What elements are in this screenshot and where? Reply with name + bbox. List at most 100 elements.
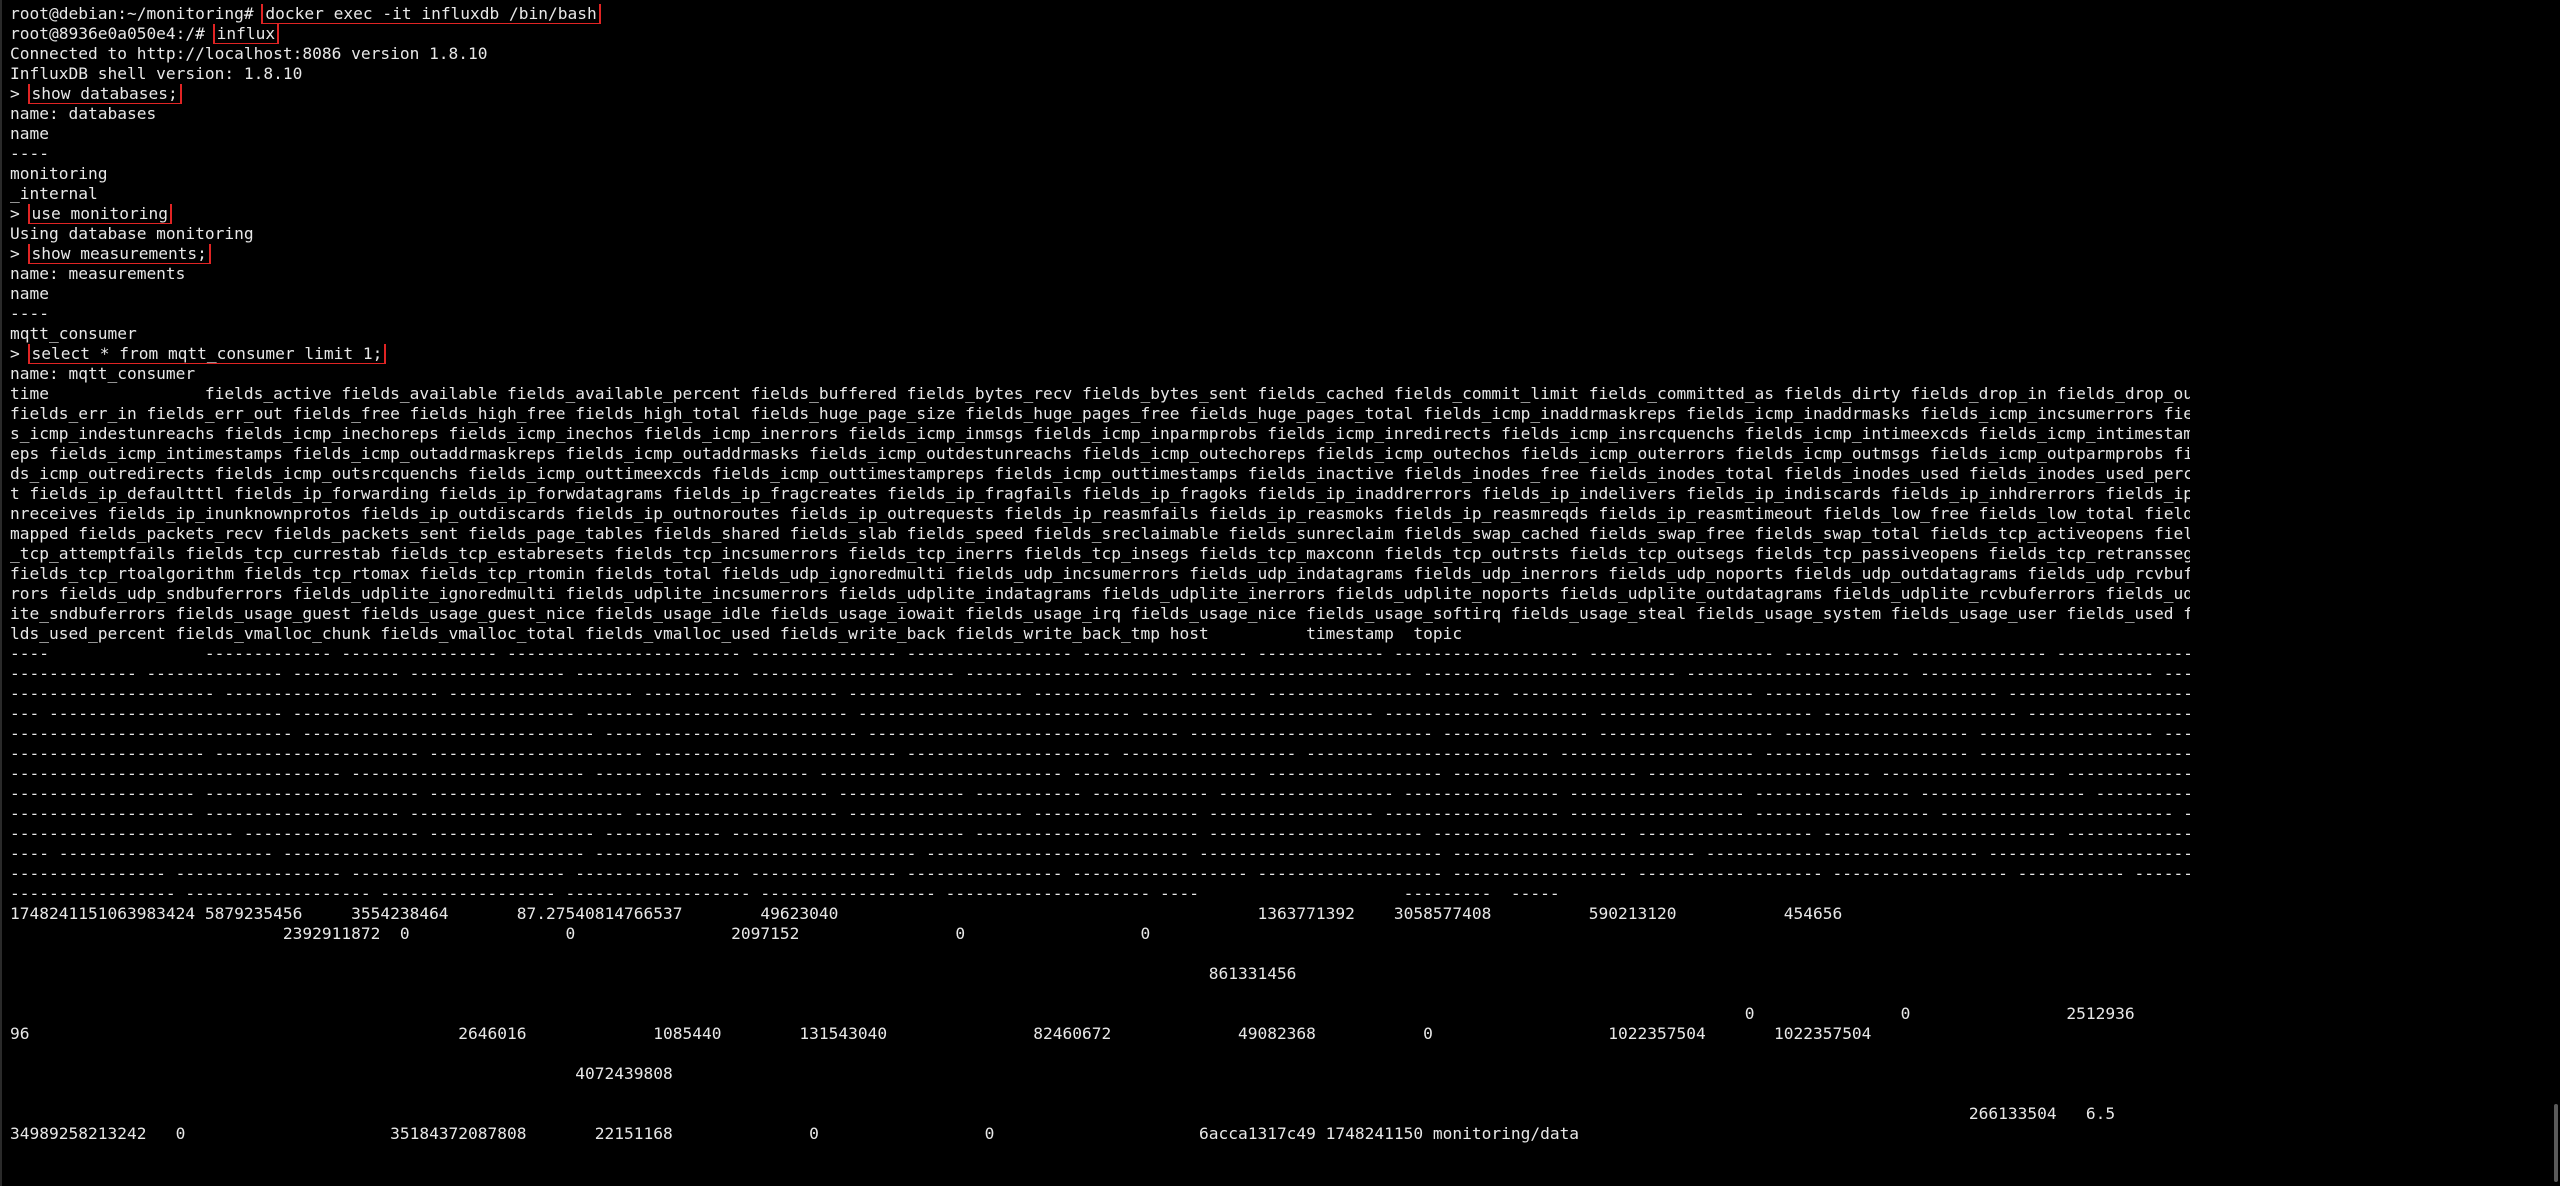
output-line: 96 2646016 1085440 131543040 82460672 49… bbox=[10, 1024, 2190, 1044]
output-line: 4072439808 bbox=[10, 1064, 2190, 1084]
output-text: ------------- -------------- -----------… bbox=[10, 664, 2190, 683]
shell-prompt: > bbox=[10, 204, 30, 223]
scrollbar-thumb[interactable] bbox=[2554, 1104, 2558, 1182]
command-line: root@debian:~/monitoring# docker exec -i… bbox=[10, 4, 2190, 24]
output-line: 34989258213242 0 35184372087808 22151168… bbox=[10, 1124, 2190, 1144]
highlighted-command: docker exec -it influxdb /bin/bash bbox=[261, 4, 601, 24]
output-text: 0 0 2512936 bbox=[10, 1004, 2135, 1023]
output-line: ----------------------------- ----------… bbox=[10, 724, 2190, 744]
output-text: mapped fields_packets_recv fields_packet… bbox=[10, 524, 2190, 543]
output-text: _tcp_attemptfails fields_tcp_currestab f… bbox=[10, 544, 2190, 563]
output-text: lds_used_percent fields_vmalloc_chunk fi… bbox=[10, 624, 1463, 643]
output-line: ---- ---------------------- ------------… bbox=[10, 844, 2190, 864]
output-line: InfluxDB shell version: 1.8.10 bbox=[10, 64, 2190, 84]
output-line: ----------------------- ----------------… bbox=[10, 824, 2190, 844]
output-text: ---------------------------------- -----… bbox=[10, 764, 2190, 783]
output-line: ------------------- --------------------… bbox=[10, 784, 2190, 804]
output-line: s_icmp_indestunreachs fields_icmp_inecho… bbox=[10, 424, 2190, 444]
command-line: > use monitoring bbox=[10, 204, 2190, 224]
output-line: ------------------- --------------------… bbox=[10, 804, 2190, 824]
output-text: Using database monitoring bbox=[10, 224, 254, 243]
output-line: nreceives fields_ip_inunknownprotos fiel… bbox=[10, 504, 2190, 524]
highlighted-command: select * from mqtt_consumer limit 1; bbox=[27, 344, 387, 364]
output-text: name bbox=[10, 284, 49, 303]
output-line: ---------------------------------- -----… bbox=[10, 764, 2190, 784]
output-line: ite_sndbuferrors fields_usage_guest fiel… bbox=[10, 604, 2190, 624]
output-text: 861331456 bbox=[10, 964, 1297, 983]
output-line: ---- ------------- ---------------- ----… bbox=[10, 644, 2190, 664]
output-line: 1748241151063983424 5879235456 355423846… bbox=[10, 904, 2190, 924]
output-line: ---------------- ----------------- -----… bbox=[10, 864, 2190, 884]
output-text: nreceives fields_ip_inunknownprotos fiel… bbox=[10, 504, 2190, 523]
output-text: ite_sndbuferrors fields_usage_guest fiel… bbox=[10, 604, 2190, 623]
command-line: > show measurements; bbox=[10, 244, 2190, 264]
output-line: --- ------------------------ -----------… bbox=[10, 704, 2190, 724]
output-text: 2392911872 0 0 2097152 0 0 bbox=[10, 924, 1151, 943]
output-line: --------------------- ------------------… bbox=[10, 684, 2190, 704]
output-text: name: mqtt_consumer bbox=[10, 364, 196, 383]
output-text: 1748241151063983424 5879235456 355423846… bbox=[10, 904, 1843, 923]
terminal-window[interactable]: root@debian:~/monitoring# docker exec -i… bbox=[0, 0, 2560, 1186]
output-text: Connected to http://localhost:8086 versi… bbox=[10, 44, 488, 63]
output-line: name: databases bbox=[10, 104, 2190, 124]
output-text: fields_tcp_rtoalgorithm fields_tcp_rtoma… bbox=[10, 564, 2190, 583]
output-text: name: databases bbox=[10, 104, 157, 123]
output-text: ------------------- --------------------… bbox=[10, 784, 2190, 803]
output-line: eps fields_icmp_intimestamps fields_icmp… bbox=[10, 444, 2190, 464]
output-line: rors fields_udp_sndbuferrors fields_udpl… bbox=[10, 584, 2190, 604]
output-text: ------------------- --------------------… bbox=[10, 804, 2190, 823]
output-text: ----------------------- ----------------… bbox=[10, 824, 2190, 843]
output-line: name: measurements bbox=[10, 264, 2190, 284]
output-line: mqtt_consumer bbox=[10, 324, 2190, 344]
shell-prompt: root@debian:~/monitoring# bbox=[10, 4, 264, 23]
output-text: ---------------- ----------------- -----… bbox=[10, 864, 2190, 883]
output-text: 96 2646016 1085440 131543040 82460672 49… bbox=[10, 1024, 1872, 1043]
output-text: 266133504 6.5 bbox=[10, 1104, 2116, 1123]
output-text: s_icmp_indestunreachs fields_icmp_inecho… bbox=[10, 424, 2190, 443]
output-text: ----------------------------- ----------… bbox=[10, 724, 2190, 743]
shell-prompt: > bbox=[10, 244, 30, 263]
output-line: 0 0 2512936 bbox=[10, 1004, 2190, 1024]
output-line: lds_used_percent fields_vmalloc_chunk fi… bbox=[10, 624, 2190, 644]
output-text: mqtt_consumer bbox=[10, 324, 137, 343]
shell-prompt: root@8936e0a050e4:/# bbox=[10, 24, 215, 43]
output-text: --- ------------------------ -----------… bbox=[10, 704, 2190, 723]
highlighted-command: use monitoring bbox=[27, 204, 172, 224]
output-line: 266133504 6.5 bbox=[10, 1104, 2190, 1124]
command-line: > show databases; bbox=[10, 84, 2190, 104]
output-line: mapped fields_packets_recv fields_packet… bbox=[10, 524, 2190, 544]
terminal-output[interactable]: root@debian:~/monitoring# docker exec -i… bbox=[10, 4, 2190, 1144]
output-text: --------------------- ------------------… bbox=[10, 684, 2190, 703]
highlighted-command: show databases; bbox=[27, 84, 182, 104]
command-line: > select * from mqtt_consumer limit 1; bbox=[10, 344, 2190, 364]
output-line: t fields_ip_defaultttl fields_ip_forward… bbox=[10, 484, 2190, 504]
output-line: 2392911872 0 0 2097152 0 0 bbox=[10, 924, 2190, 944]
output-text: t fields_ip_defaultttl fields_ip_forward… bbox=[10, 484, 2190, 503]
output-line: _internal bbox=[10, 184, 2190, 204]
output-text: ---- bbox=[10, 304, 49, 323]
output-line: -------------------- -------------------… bbox=[10, 744, 2190, 764]
output-text: monitoring bbox=[10, 164, 108, 183]
output-line: _tcp_attemptfails fields_tcp_currestab f… bbox=[10, 544, 2190, 564]
shell-prompt: > bbox=[10, 84, 30, 103]
output-line: Connected to http://localhost:8086 versi… bbox=[10, 44, 2190, 64]
output-text: ----------------- ------------------- --… bbox=[10, 884, 1560, 903]
output-text: name: measurements bbox=[10, 264, 186, 283]
output-text: time fields_active fields_available fiel… bbox=[10, 384, 2190, 403]
output-line: name: mqtt_consumer bbox=[10, 364, 2190, 384]
output-text: fields_err_in fields_err_out fields_free… bbox=[10, 404, 2190, 423]
output-text: eps fields_icmp_intimestamps fields_icmp… bbox=[10, 444, 2190, 463]
output-text: _internal bbox=[10, 184, 98, 203]
output-text: rors fields_udp_sndbuferrors fields_udpl… bbox=[10, 584, 2190, 603]
output-text: ---- ---------------------- ------------… bbox=[10, 844, 2190, 863]
output-text: ---- ------------- ---------------- ----… bbox=[10, 644, 2190, 663]
output-line: fields_tcp_rtoalgorithm fields_tcp_rtoma… bbox=[10, 564, 2190, 584]
output-line: monitoring bbox=[10, 164, 2190, 184]
scrollbar[interactable] bbox=[2550, 0, 2560, 1186]
output-line: ds_icmp_outredirects fields_icmp_outsrcq… bbox=[10, 464, 2190, 484]
output-line: ---- bbox=[10, 304, 2190, 324]
shell-prompt: > bbox=[10, 344, 30, 363]
